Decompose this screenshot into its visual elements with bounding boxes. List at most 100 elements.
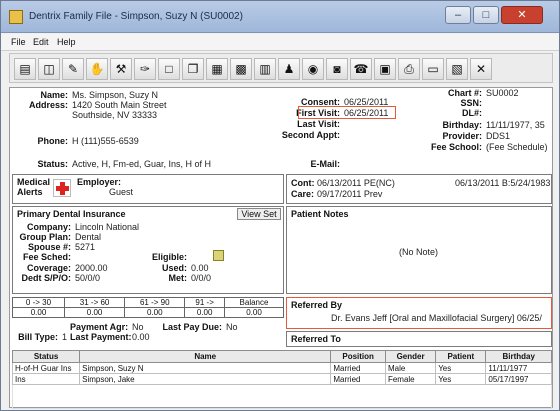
close-icon[interactable]: ✕ <box>470 58 492 80</box>
fee-schedule-value[interactable]: (Fee Schedule) <box>486 142 548 152</box>
grid-header-birthday[interactable]: Birthday <box>485 350 552 363</box>
close-button[interactable]: ✕ <box>501 6 543 24</box>
family-file-window: Dentrix Family File - Simpson, Suzy N (S… <box>0 0 560 411</box>
table-row[interactable]: Ins Simpson, Jake Married Female Yes 05/… <box>11 373 552 385</box>
group-plan-label: Group Plan: <box>19 232 72 242</box>
menu-edit[interactable]: Edit <box>33 37 49 47</box>
grid-header-position[interactable]: Position <box>330 350 386 363</box>
grid-icon[interactable]: ▩ <box>230 58 252 80</box>
company-label: Company: <box>26 222 71 232</box>
chart-icon[interactable]: ▥ <box>254 58 276 80</box>
phone-value[interactable]: H (111)555-6539 <box>72 136 139 146</box>
menu-help[interactable]: Help <box>57 37 76 47</box>
view-set-button[interactable]: View Set <box>237 208 281 220</box>
document-icon[interactable]: ▤ <box>14 58 36 80</box>
birthday-value[interactable]: 11/11/1977, 35 <box>486 120 545 130</box>
address-line-2[interactable]: Southside, NV 33333 <box>72 110 157 120</box>
patient-notes-panel[interactable]: Patient Notes (No Note) <box>286 206 552 294</box>
title-bar[interactable]: Dentrix Family File - Simpson, Suzy N (S… <box>1 1 559 33</box>
camera-icon[interactable]: ◙ <box>326 58 348 80</box>
medical-alert-icon[interactable] <box>53 179 71 197</box>
used-value[interactable]: 0.00 <box>191 263 209 273</box>
phone-icon[interactable]: ☎ <box>350 58 372 80</box>
met-label: Met: <box>168 273 188 283</box>
care-value[interactable]: 09/17/2011 Prev <box>317 189 382 199</box>
app-icon <box>9 10 23 24</box>
maximize-button[interactable]: □ <box>473 6 499 24</box>
status-label: Status: <box>37 159 68 169</box>
chart-number-value[interactable]: SU0002 <box>486 88 519 98</box>
provider-label: Provider: <box>442 131 482 141</box>
fee-schedule-label: Fee School: <box>430 142 482 152</box>
patient-name[interactable]: Ms. Simpson, Suzy N <box>72 90 158 100</box>
aging-table: 0 -> 30 31 -> 60 61 -> 90 91 -> Balance … <box>12 297 285 318</box>
person-icon[interactable]: ♟ <box>278 58 300 80</box>
last-visit-label: Last Visit: <box>297 119 340 129</box>
address-line-1[interactable]: 1420 South Main Street <box>72 100 167 110</box>
ruler-icon[interactable]: ◫ <box>38 58 60 80</box>
met-value[interactable]: 0/0/0 <box>191 273 211 283</box>
employer-label: Employer: <box>77 177 122 187</box>
fee-sched-label: Fee Sched: <box>22 252 71 262</box>
bill-type-label: Bill Type: <box>18 332 58 342</box>
row-patient: Yes <box>435 373 487 385</box>
copy-icon[interactable]: ❐ <box>182 58 204 80</box>
last-pay-due-value[interactable]: No <box>226 322 238 332</box>
status-value[interactable]: Active, H, Fm-ed, Guar, Ins, H of H <box>72 159 211 169</box>
grid-header-patient[interactable]: Patient <box>435 350 487 363</box>
group-plan-value[interactable]: Dental <box>75 232 101 242</box>
primary-insurance-panel: Primary Dental Insurance View Set Compan… <box>12 206 284 294</box>
bill-type-value[interactable]: 1 <box>62 332 67 342</box>
tools-icon[interactable]: ⚒ <box>110 58 132 80</box>
spouse-label: Spouse #: <box>27 242 71 252</box>
table-row[interactable]: H-of-H Guar Ins Simpson, Suzy N Married … <box>11 362 552 374</box>
aging-value: 0.00 <box>124 307 186 318</box>
cont-value[interactable]: 06/13/2011 PE(NC) <box>317 178 395 188</box>
cont-right-value[interactable]: 06/13/2011 B:5/24/1983 <box>455 178 550 188</box>
used-label: Used: <box>161 263 187 273</box>
last-payment-value[interactable]: 0.00 <box>132 332 150 342</box>
graph-icon[interactable]: ▧ <box>446 58 468 80</box>
row-name: Simpson, Suzy N <box>79 362 332 374</box>
eligible-checkbox[interactable] <box>213 250 224 261</box>
provider-value[interactable]: DDS1 <box>486 131 510 141</box>
grid-header-status[interactable]: Status <box>11 350 81 363</box>
payment-agreement-label: Payment Agr: <box>70 322 129 332</box>
menu-bar: File Edit Help <box>1 34 559 51</box>
calendar-icon[interactable]: ▣ <box>374 58 396 80</box>
row-position: Married <box>330 373 386 385</box>
grid-header-gender[interactable]: Gender <box>384 350 437 363</box>
referred-by-panel[interactable]: Referred By Dr. Evans Jeff [Oral and Max… <box>286 297 552 329</box>
table-icon[interactable]: ▦ <box>206 58 228 80</box>
doc-icon[interactable]: ▭ <box>422 58 444 80</box>
square-icon[interactable]: □ <box>158 58 180 80</box>
deductible-label: Dedt S/P/O: <box>21 273 71 283</box>
birthday-label: Birthday: <box>442 120 482 130</box>
payment-agreement-value[interactable]: No <box>132 322 144 332</box>
print-icon[interactable]: ⎙ <box>398 58 420 80</box>
globe-icon[interactable]: ◉ <box>302 58 324 80</box>
coverage-value[interactable]: 2000.00 <box>75 263 108 273</box>
family-file-content: Name: Ms. Simpson, Suzy N Address: 1420 … <box>9 87 553 409</box>
grid-header-name[interactable]: Name <box>79 350 332 363</box>
employer-value[interactable]: Guest <box>109 187 133 197</box>
company-value[interactable]: Lincoln National <box>75 222 139 232</box>
phone-label: Phone: <box>37 136 69 146</box>
pen-icon[interactable]: ✑ <box>134 58 156 80</box>
window-title: Dentrix Family File - Simpson, Suzy N (S… <box>29 11 243 22</box>
spouse-value[interactable]: 5271 <box>75 242 95 252</box>
menu-file[interactable]: File <box>11 37 26 47</box>
minimize-button[interactable]: – <box>445 6 471 24</box>
first-visit-highlight <box>298 106 396 119</box>
medical-alerts-label: Medical Alerts <box>17 177 51 197</box>
coverage-label: Coverage: <box>26 263 71 273</box>
hand-icon[interactable]: ✋ <box>86 58 108 80</box>
email-label: E-Mail: <box>310 159 340 169</box>
continuing-care-panel: Cont: 06/13/2011 PE(NC) 06/13/2011 B:5/2… <box>286 174 552 204</box>
tooth-icon[interactable]: ✎ <box>62 58 84 80</box>
referred-to-panel[interactable]: Referred To <box>286 331 552 347</box>
referred-by-value[interactable]: Dr. Evans Jeff [Oral and Maxillofacial S… <box>331 313 549 323</box>
dl-label: DL#: <box>462 108 482 118</box>
deductible-value[interactable]: 50/0/0 <box>75 273 100 283</box>
address-label: Address: <box>28 100 68 110</box>
